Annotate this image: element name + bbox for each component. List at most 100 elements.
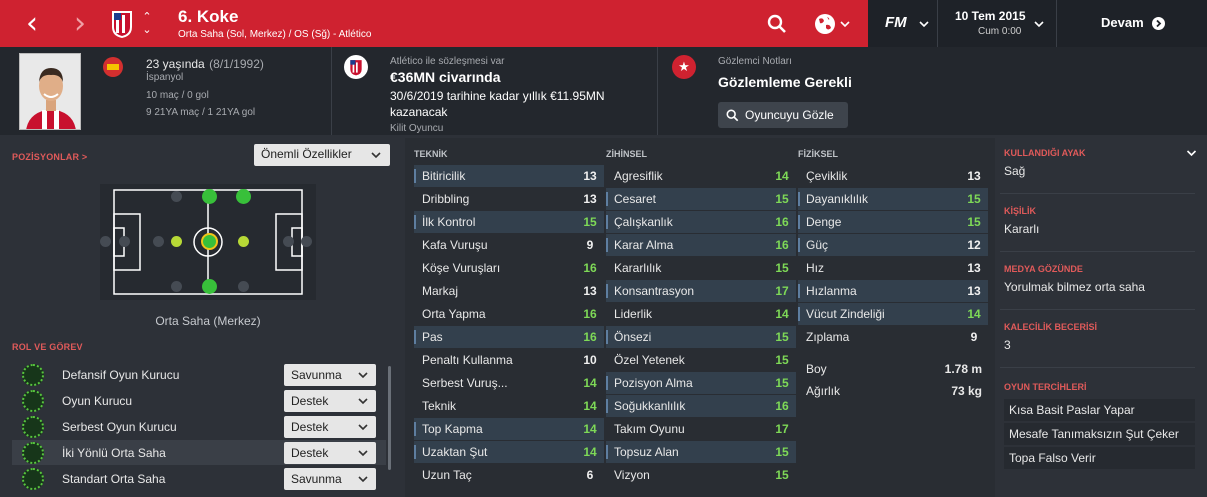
fm-menu-chevron-icon[interactable] bbox=[914, 0, 934, 47]
attribute-row[interactable]: Zıplama 9 bbox=[798, 326, 988, 348]
attribute-row[interactable]: Karar Alma 16 bbox=[606, 234, 796, 256]
attribute-row[interactable]: Orta Yapma 16 bbox=[414, 303, 604, 325]
position-dot bbox=[235, 188, 251, 204]
attribute-row[interactable]: Uzun Taç 6 bbox=[414, 464, 604, 486]
attribute-row[interactable]: Köşe Vuruşları 16 bbox=[414, 257, 604, 279]
attribute-row[interactable]: Agresiflik 14 bbox=[606, 165, 796, 187]
attribute-row[interactable]: Vücut Zindeliği 14 bbox=[798, 303, 988, 325]
role-row[interactable]: Serbest Oyun Kurucu Destek bbox=[12, 414, 386, 439]
position-dot bbox=[152, 235, 164, 247]
attribute-row[interactable]: Pas 16 bbox=[414, 326, 604, 348]
attribute-row[interactable]: Takım Oyunu 17 bbox=[606, 418, 796, 440]
chevron-down-icon bbox=[358, 449, 368, 456]
attribute-value: 15 bbox=[775, 468, 789, 482]
attribute-value: 15 bbox=[775, 353, 789, 367]
positions-title[interactable]: POZİSYONLAR > bbox=[12, 152, 87, 162]
attribute-row[interactable]: Penaltı Kullanma 10 bbox=[414, 349, 604, 371]
divider bbox=[657, 47, 658, 135]
star-icon: ★ bbox=[672, 55, 696, 79]
attribute-row[interactable]: Kafa Vuruşu 9 bbox=[414, 234, 604, 256]
scout-value: Gözlemleme Gerekli bbox=[718, 74, 852, 90]
duty-dropdown[interactable]: Savunma bbox=[284, 467, 376, 490]
attribute-value: 12 bbox=[967, 238, 981, 252]
duty-dropdown[interactable]: Destek bbox=[284, 415, 376, 438]
attribute-row[interactable]: Vizyon 15 bbox=[606, 464, 796, 486]
attribute-row[interactable]: Denge 15 bbox=[798, 211, 988, 233]
attribute-row[interactable]: Hız 13 bbox=[798, 257, 988, 279]
attribute-row[interactable]: Çeviklik 13 bbox=[798, 165, 988, 187]
attribute-name: Güç bbox=[798, 238, 960, 252]
role-suitability-icon bbox=[22, 389, 44, 412]
attribute-row[interactable]: Serbest Vuruş... 14 bbox=[414, 372, 604, 394]
attribute-row[interactable]: Markaj 13 bbox=[414, 280, 604, 302]
attribute-value: 13 bbox=[967, 169, 981, 183]
watch-player-button[interactable]: Oyuncuyu Gözle bbox=[718, 102, 848, 128]
role-name: Standart Orta Saha bbox=[62, 471, 166, 486]
calendar-chevron-icon[interactable] bbox=[1032, 0, 1046, 47]
position-dot bbox=[300, 235, 312, 247]
club-crest-icon bbox=[112, 11, 132, 38]
role-row[interactable]: Defansif Oyun Kurucu Savunma bbox=[12, 362, 386, 387]
attribute-value: 13 bbox=[583, 192, 597, 206]
divider bbox=[1056, 0, 1057, 47]
attribute-row[interactable]: Bitiricilik 13 bbox=[414, 165, 604, 187]
attribute-value: 9 bbox=[586, 238, 594, 252]
preferred-foot: Sağ bbox=[1004, 164, 1026, 178]
divider bbox=[1000, 309, 1195, 310]
attribute-name: Köşe Vuruşları bbox=[422, 261, 501, 275]
attribute-row[interactable]: Soğukkanlılık 16 bbox=[606, 395, 796, 417]
attribute-row[interactable]: Çalışkanlık 16 bbox=[606, 211, 796, 233]
attribute-row[interactable]: Önsezi 15 bbox=[606, 326, 796, 348]
attribute-value: 13 bbox=[967, 261, 981, 275]
attribute-value: 15 bbox=[967, 192, 981, 206]
role-row[interactable]: Standart Orta Saha Savunma bbox=[12, 466, 386, 491]
duty-dropdown[interactable]: Savunma bbox=[284, 363, 376, 386]
search-icon bbox=[726, 109, 739, 121]
duty-dropdown[interactable]: Destek bbox=[284, 441, 376, 464]
wage-line-1: 30/6/2019 tarihine kadar yıllık €11.95MN bbox=[390, 89, 605, 103]
attribute-row[interactable]: Topsuz Alan 15 bbox=[606, 441, 796, 463]
duty-dropdown[interactable]: Destek bbox=[284, 389, 376, 412]
forward-icon[interactable]: › bbox=[58, 0, 102, 47]
attribute-name: Vücut Zindeliği bbox=[798, 307, 960, 321]
attribute-filter-dropdown[interactable]: Önemli Özellikler bbox=[254, 144, 390, 166]
back-icon[interactable]: ‹ bbox=[10, 0, 54, 47]
player-switcher-icon[interactable]: ⌃ ⌄ bbox=[140, 10, 154, 38]
attribute-name: Çeviklik bbox=[806, 169, 848, 183]
roles-scrollbar[interactable] bbox=[388, 366, 391, 470]
spain-flag-icon bbox=[103, 57, 123, 77]
side-panel-collapse-icon[interactable] bbox=[1186, 149, 1197, 157]
attribute-name: Bitiricilik bbox=[414, 169, 576, 183]
attribute-row[interactable]: Konsantrasyon 17 bbox=[606, 280, 796, 302]
game-date[interactable]: 10 Tem 2015 bbox=[955, 9, 1026, 23]
role-row[interactable]: İki Yönlü Orta Saha Destek bbox=[12, 440, 386, 465]
position-dot bbox=[237, 235, 249, 247]
attribute-row[interactable]: Dribbling 13 bbox=[414, 188, 604, 210]
attribute-row[interactable]: Güç 12 bbox=[798, 234, 988, 256]
attribute-row[interactable]: Dayanıklılık 15 bbox=[798, 188, 988, 210]
attribute-filter-value: Önemli Özellikler bbox=[261, 147, 352, 161]
attribute-row[interactable]: Özel Yetenek 15 bbox=[606, 349, 796, 371]
attribute-row[interactable]: Uzaktan Şut 14 bbox=[414, 441, 604, 463]
attribute-row[interactable]: Kararlılık 15 bbox=[606, 257, 796, 279]
attribute-row[interactable]: İlk Kontrol 15 bbox=[414, 211, 604, 233]
search-icon[interactable] bbox=[764, 0, 790, 47]
role-suitability-icon bbox=[22, 441, 44, 464]
attribute-value: 14 bbox=[967, 307, 981, 321]
continue-arrow-icon[interactable] bbox=[1150, 0, 1166, 47]
attribute-row[interactable]: Top Kapma 14 bbox=[414, 418, 604, 440]
world-menu-icon[interactable] bbox=[810, 0, 854, 47]
continue-button[interactable]: Devam bbox=[1101, 15, 1144, 30]
attribute-row[interactable]: Liderlik 14 bbox=[606, 303, 796, 325]
attribute-name: Dayanıklılık bbox=[798, 192, 960, 206]
attribute-row[interactable]: Cesaret 15 bbox=[606, 188, 796, 210]
position-dot bbox=[170, 235, 182, 247]
chevron-down-icon bbox=[371, 152, 381, 159]
attribute-row[interactable]: Hızlanma 13 bbox=[798, 280, 988, 302]
media-description: Yorulmak bilmez orta saha bbox=[1004, 280, 1145, 294]
role-row[interactable]: Oyun Kurucu Destek bbox=[12, 388, 386, 413]
fm-logo[interactable]: FM bbox=[885, 14, 907, 31]
attribute-row[interactable]: Teknik 14 bbox=[414, 395, 604, 417]
player-traits-title: OYUN TERCİHLERİ bbox=[1004, 382, 1087, 392]
attribute-row[interactable]: Pozisyon Alma 15 bbox=[606, 372, 796, 394]
